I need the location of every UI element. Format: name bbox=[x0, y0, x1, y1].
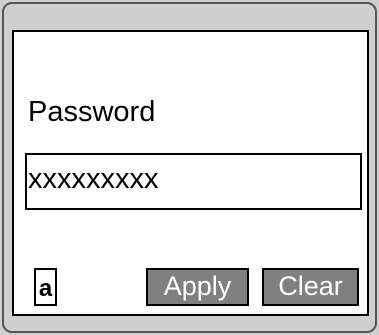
password-input[interactable]: xxxxxxxxx bbox=[25, 153, 362, 210]
clear-button[interactable]: Clear bbox=[262, 268, 359, 306]
input-mode-indicator[interactable]: a bbox=[34, 268, 57, 306]
apply-button[interactable]: Apply bbox=[146, 268, 249, 306]
device-frame: Password xxxxxxxxx a Apply Clear bbox=[0, 0, 379, 335]
password-screen: Password xxxxxxxxx a Apply Clear bbox=[12, 30, 369, 316]
password-label: Password bbox=[28, 96, 156, 128]
